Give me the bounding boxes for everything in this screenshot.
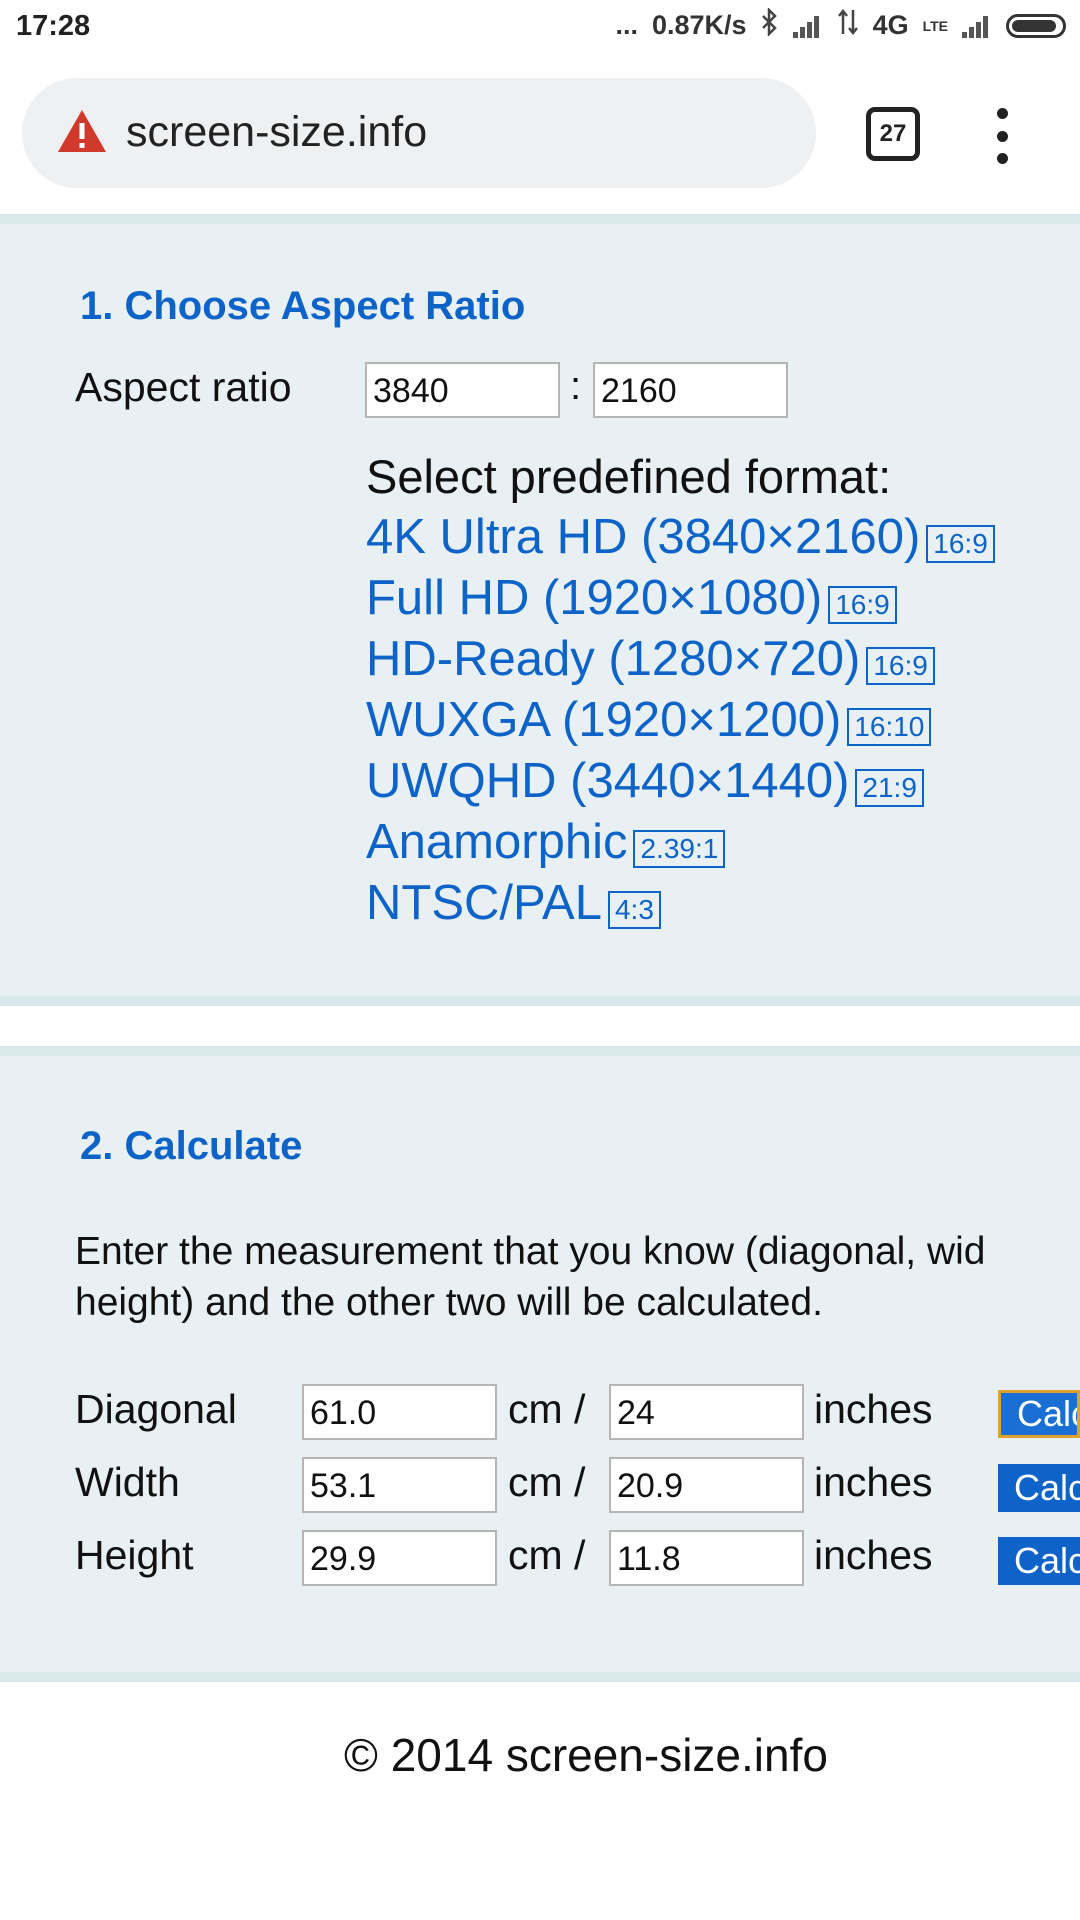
- data-arrows-icon: [837, 8, 859, 43]
- width-inches-input[interactable]: 20.9: [609, 1457, 804, 1513]
- format-link-4k[interactable]: 4K Ultra HD (3840×2160) 16:9: [366, 507, 995, 568]
- section-title: 2. Calculate: [80, 1124, 303, 1168]
- diagonal-label: Diagonal: [75, 1386, 237, 1432]
- calc-diagonal-button[interactable]: Calc: [998, 1390, 1080, 1438]
- cm-unit: cm /: [508, 1386, 586, 1432]
- tab-switcher-button[interactable]: 27: [866, 107, 920, 161]
- ratio-tag[interactable]: 4:3: [607, 891, 661, 930]
- format-link-uwqhd[interactable]: UWQHD (3440×1440) 21:9: [366, 751, 995, 812]
- format-link-full-hd[interactable]: Full HD (1920×1080) 16:9: [366, 568, 995, 629]
- status-time: 17:28: [16, 10, 91, 42]
- inches-unit: inches: [814, 1386, 933, 1432]
- signal-icon: [962, 14, 992, 38]
- ratio-tag[interactable]: 16:9: [926, 525, 995, 564]
- inches-unit: inches: [814, 1532, 933, 1578]
- predefined-formats: Select predefined format: 4K Ultra HD (3…: [366, 446, 995, 934]
- section-title: 1. Choose Aspect Ratio: [80, 284, 526, 328]
- url-text[interactable]: screen-size.info: [126, 108, 427, 157]
- ratio-width-input[interactable]: 3840: [365, 362, 560, 418]
- calculate-description: Enter the measurement that you know (dia…: [75, 1230, 986, 1324]
- network-type: 4G: [872, 10, 909, 40]
- footer-copyright: © 2014 screen-size.info: [344, 1729, 828, 1781]
- browser-toolbar: screen-size.info 27: [0, 56, 1080, 212]
- width-cm-input[interactable]: 53.1: [302, 1457, 497, 1513]
- aspect-ratio-section: 1. Choose Aspect Ratio Aspect ratio 3840…: [0, 214, 1080, 1006]
- warning-icon[interactable]: [56, 108, 108, 154]
- height-inches-input[interactable]: 11.8: [609, 1530, 804, 1586]
- ratio-tag[interactable]: 16:9: [828, 586, 897, 625]
- format-link-hd-ready[interactable]: HD-Ready (1280×720) 16:9: [366, 629, 995, 690]
- cm-unit: cm /: [508, 1532, 586, 1578]
- ratio-separator: :: [570, 364, 582, 408]
- overflow-menu-icon[interactable]: [984, 108, 1020, 164]
- calc-width-button[interactable]: Calc: [998, 1464, 1080, 1512]
- inches-unit: inches: [814, 1459, 933, 1505]
- height-label: Height: [75, 1532, 194, 1578]
- ratio-tag[interactable]: 16:10: [847, 708, 932, 747]
- status-icons: ... 0.87K/s 4G LTE: [615, 6, 1066, 43]
- ratio-height-input[interactable]: 2160: [593, 362, 788, 418]
- status-bar: 17:28 ... 0.87K/s 4G LTE: [0, 0, 1080, 56]
- ratio-tag[interactable]: 16:9: [866, 647, 935, 686]
- width-label: Width: [75, 1459, 180, 1505]
- bluetooth-icon: [761, 6, 779, 43]
- aspect-ratio-label: Aspect ratio: [75, 364, 292, 410]
- format-link-wuxga[interactable]: WUXGA (1920×1200) 16:10: [366, 690, 995, 751]
- height-cm-input[interactable]: 29.9: [302, 1530, 497, 1586]
- diagonal-cm-input[interactable]: 61.0: [302, 1384, 497, 1440]
- cm-unit: cm /: [508, 1459, 586, 1505]
- signal-icon: [792, 14, 823, 38]
- predefined-heading: Select predefined format:: [366, 450, 892, 503]
- format-link-anamorphic[interactable]: Anamorphic 2.39:1: [366, 812, 995, 873]
- ratio-tag[interactable]: 2.39:1: [633, 830, 726, 869]
- diagonal-inches-input[interactable]: 24: [609, 1384, 804, 1440]
- address-bar[interactable]: screen-size.info: [22, 78, 816, 188]
- more-notifications-icon: ...: [615, 10, 638, 40]
- network-speed: 0.87K/s: [651, 10, 747, 40]
- calculate-section: 2. Calculate Enter the measurement that …: [0, 1046, 1080, 1682]
- ratio-tag[interactable]: 21:9: [855, 769, 924, 808]
- battery-icon: [1006, 13, 1066, 38]
- format-link-ntsc-pal[interactable]: NTSC/PAL 4:3: [366, 873, 995, 934]
- calc-height-button[interactable]: Calc: [998, 1537, 1080, 1585]
- volte-icon: LTE: [922, 17, 948, 34]
